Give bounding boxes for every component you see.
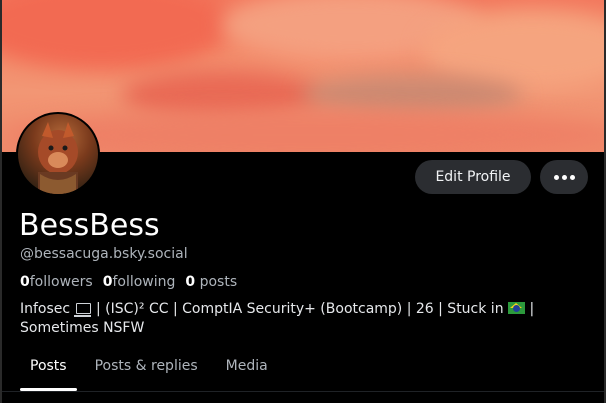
followers-label: followers xyxy=(29,274,93,290)
more-dots-icon xyxy=(553,174,575,180)
profile-stats: 0followers 0following 0 posts xyxy=(20,274,237,290)
following-count: 0 xyxy=(102,274,113,290)
following-label: following xyxy=(112,274,176,290)
bio-text: Sometimes NSFW xyxy=(20,320,145,336)
display-name: BessBess xyxy=(19,208,160,243)
profile-tabs: Posts Posts & replies Media xyxy=(2,344,604,391)
following-stat[interactable]: 0following xyxy=(103,274,176,290)
posts-stat: 0 posts xyxy=(185,274,237,290)
profile-actions: Edit Profile xyxy=(415,160,588,194)
more-options-button[interactable] xyxy=(540,160,588,194)
tabs-divider xyxy=(2,391,604,392)
profile-bio: Infosec | (ISC)² CC | ComptIA Security+ … xyxy=(20,300,580,338)
avatar-image xyxy=(18,114,98,194)
banner-blur xyxy=(2,0,232,70)
avatar-illustration xyxy=(38,122,78,194)
tab-posts-and-replies[interactable]: Posts & replies xyxy=(81,344,212,391)
tab-posts[interactable]: Posts xyxy=(16,344,81,391)
tab-label: Media xyxy=(225,358,268,374)
profile-handle: @bessacuga.bsky.social xyxy=(20,246,188,262)
banner-blur xyxy=(302,75,522,115)
posts-count: 0 xyxy=(185,274,196,290)
brazil-flag-icon xyxy=(508,302,526,314)
tab-label: Posts xyxy=(30,358,67,374)
followers-count: 0 xyxy=(20,274,30,290)
posts-label: posts xyxy=(199,274,238,290)
edit-profile-button[interactable]: Edit Profile xyxy=(415,160,531,194)
bio-text: | xyxy=(529,301,535,317)
bio-text: | (ISC)² CC | ComptIA Security+ (Bootcam… xyxy=(96,301,504,317)
followers-stat[interactable]: 0followers xyxy=(20,274,93,290)
avatar[interactable] xyxy=(16,112,100,196)
tab-label: Posts & replies xyxy=(94,358,198,374)
tab-media[interactable]: Media xyxy=(212,344,282,391)
laptop-icon xyxy=(73,303,91,317)
bio-text: Infosec xyxy=(20,301,71,317)
